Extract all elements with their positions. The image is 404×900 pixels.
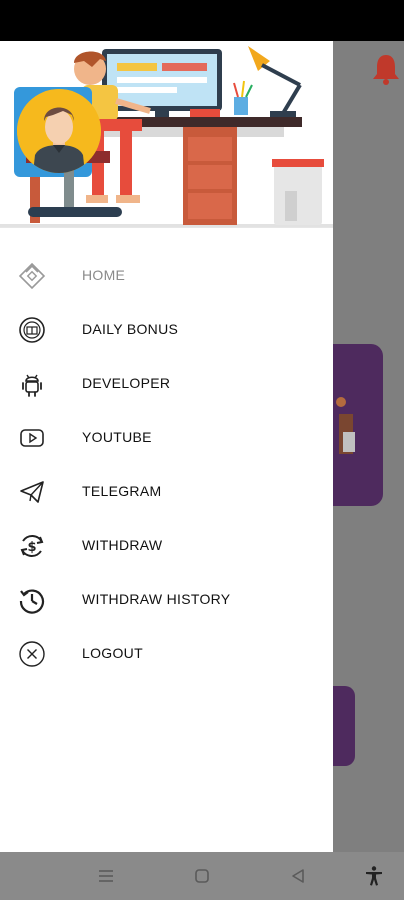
card-illustration (336, 397, 355, 454)
square-home-icon[interactable] (190, 864, 214, 888)
menu-item-withdraw[interactable]: $ WITHDRAW (0, 518, 333, 572)
logout-icon (18, 640, 46, 668)
menu-label: LOGOUT (82, 645, 143, 661)
android-icon (18, 370, 46, 398)
svg-text:$: $ (27, 540, 36, 555)
home-diamond-icon (18, 262, 46, 290)
drawer-header (0, 41, 333, 228)
menu-item-withdraw-history[interactable]: WITHDRAW HISTORY (0, 572, 333, 626)
menu-item-telegram[interactable]: TELEGRAM (0, 464, 333, 518)
menu-lines-icon[interactable] (94, 864, 118, 888)
history-icon (18, 586, 46, 614)
menu-label: DAILY BONUS (82, 321, 179, 337)
telegram-icon (18, 478, 46, 506)
menu-item-home[interactable]: HOME (0, 248, 333, 302)
navigation-drawer: HOME DAILY BONUS DEVELOPER YOUTUBE TELEG… (0, 41, 333, 852)
drawer-menu: HOME DAILY BONUS DEVELOPER YOUTUBE TELEG… (0, 248, 333, 680)
status-bar (0, 0, 404, 41)
menu-label: DEVELOPER (82, 375, 171, 391)
triangle-back-icon[interactable] (286, 864, 310, 888)
menu-item-logout[interactable]: LOGOUT (0, 626, 333, 680)
menu-label: YOUTUBE (82, 429, 152, 445)
avatar-person-icon (17, 89, 101, 173)
menu-label: WITHDRAW (82, 537, 163, 553)
accessibility-icon[interactable] (362, 864, 386, 888)
menu-label: TELEGRAM (82, 483, 162, 499)
background-card-small[interactable] (333, 686, 355, 766)
system-nav-bar (0, 852, 404, 900)
menu-item-developer[interactable]: DEVELOPER (0, 356, 333, 410)
menu-item-youtube[interactable]: YOUTUBE (0, 410, 333, 464)
menu-label: HOME (82, 267, 126, 283)
gift-coin-icon (18, 316, 46, 344)
user-avatar[interactable] (17, 89, 101, 173)
bell-icon[interactable] (371, 52, 401, 86)
youtube-icon (18, 424, 46, 452)
menu-label: WITHDRAW HISTORY (82, 591, 231, 607)
menu-item-daily-bonus[interactable]: DAILY BONUS (0, 302, 333, 356)
background-card[interactable] (333, 344, 383, 506)
withdraw-dollar-icon: $ (18, 532, 46, 560)
